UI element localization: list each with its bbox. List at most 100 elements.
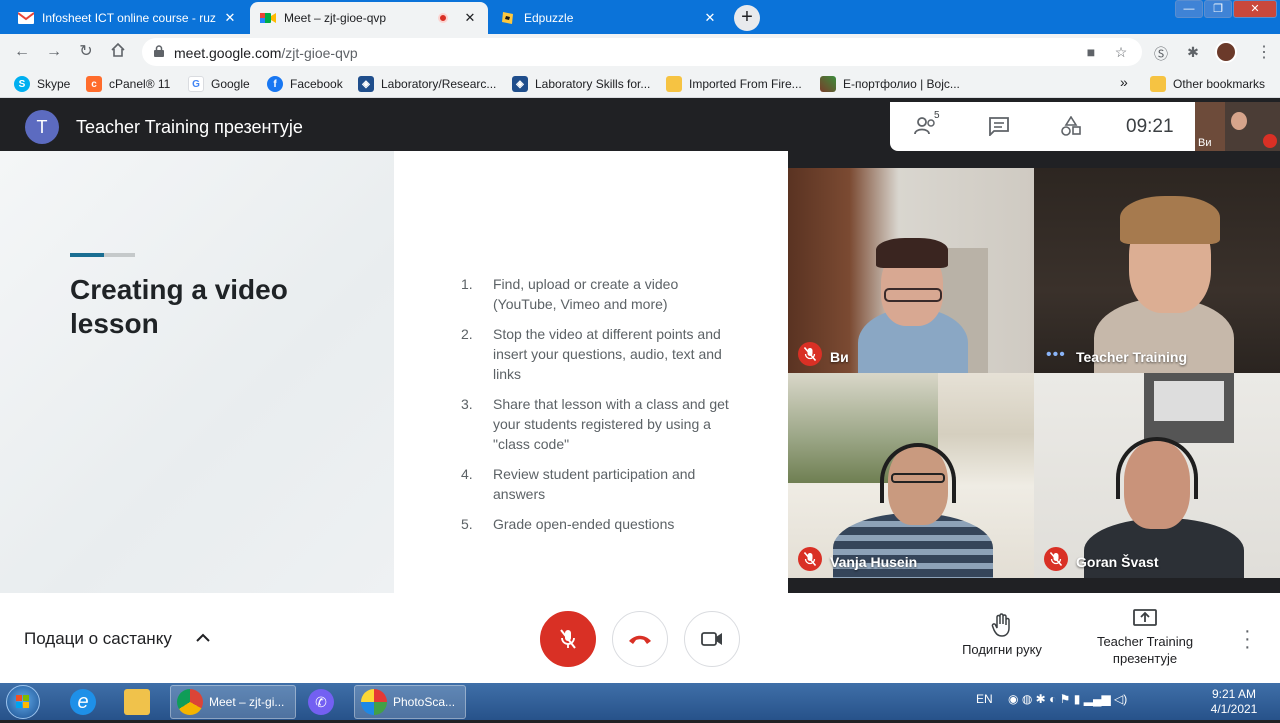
close-tab-icon[interactable]: ✕ <box>222 10 238 26</box>
mic-off-icon <box>798 547 822 571</box>
mic-off-icon <box>798 342 822 366</box>
tab-meet[interactable]: Meet – zjt-gioe-qvp ✕ <box>250 2 488 34</box>
system-clock[interactable]: 9:21 AM 4/1/2021 <box>1204 687 1264 717</box>
portfolio-icon <box>820 76 836 92</box>
facebook-icon: f <box>267 76 283 92</box>
bookmark-skype[interactable]: S Skype <box>14 76 70 92</box>
step-number: 3. <box>461 396 473 412</box>
extensions-puzzle-icon[interactable]: ✱ <box>1184 44 1202 60</box>
cpanel-icon: c <box>86 76 102 92</box>
new-tab-button[interactable]: + <box>734 5 760 31</box>
skype-extension-icon[interactable]: Ⓢ <box>1152 44 1170 62</box>
tab-gmail[interactable]: Infosheet ICT online course - ruzi ✕ <box>8 2 248 34</box>
reload-icon[interactable]: ↻ <box>76 42 96 62</box>
bookmark-cpanel[interactable]: c cPanel® 11 <box>86 76 170 92</box>
other-bookmarks[interactable]: Other bookmarks <box>1150 76 1265 92</box>
bookmark-laboratory-research[interactable]: ◈ Laboratory/Researc... <box>358 76 496 92</box>
bookmark-star-icon[interactable]: ☆ <box>1112 44 1130 60</box>
minimize-icon[interactable]: — <box>1175 0 1203 18</box>
bookmark-laboratory-skills[interactable]: ◈ Laboratory Skills for... <box>512 76 650 92</box>
hand-icon <box>991 613 1010 637</box>
maximize-icon[interactable]: ❐ <box>1204 0 1232 18</box>
back-icon[interactable]: ← <box>12 42 32 62</box>
camera-toggle-button[interactable] <box>684 611 740 667</box>
bookmark-portfolio[interactable]: Е-портфолио | Bojc... <box>820 76 960 92</box>
presentation-slide: Creating a video lesson 1. Find, upload o… <box>0 151 788 593</box>
meet-info-bar: 5 09:21 <box>890 102 1195 151</box>
bookmarks-bar: S Skype c cPanel® 11 G Google f Facebook ◈ La… <box>0 70 1280 98</box>
bookmark-imported[interactable]: Imported From Fire... <box>666 76 802 92</box>
raise-hand-label: Подигни руку <box>962 642 1042 657</box>
meet-control-bar: Подаци о састанку Подигни руку Teacher T… <box>0 593 1280 683</box>
tab-edpuzzle[interactable]: Edpuzzle ✕ <box>490 2 728 34</box>
list-item: 2. Stop the video at different points and… <box>461 324 731 384</box>
viber-icon: ✆ <box>308 689 334 715</box>
participants-button[interactable]: 5 <box>914 110 940 141</box>
participant-tile-self[interactable]: Ви <box>788 168 1034 373</box>
lock-icon <box>154 45 164 57</box>
taskbar-photoscape-window[interactable]: PhotoSca... <box>354 685 466 719</box>
slide-left-pane <box>0 151 394 593</box>
bookmark-label: Е-портфолио | Bojc... <box>843 77 960 91</box>
photoscape-icon <box>361 689 387 715</box>
start-button[interactable] <box>6 685 40 719</box>
forward-icon[interactable]: → <box>44 42 64 62</box>
snagit-icon: ◉ <box>1008 692 1019 706</box>
slide-heading: Creating a video lesson <box>70 274 288 339</box>
bookmarks-overflow-button[interactable]: » <box>1120 74 1128 90</box>
internet-explorer-button[interactable]: e <box>64 685 102 719</box>
headphones <box>1116 437 1198 499</box>
presenting-button[interactable]: Teacher Training презентује <box>1084 609 1206 667</box>
home-icon[interactable] <box>108 42 128 62</box>
address-bar[interactable]: meet.google.com/zjt-gioe-qvp ■ ☆ <box>142 38 1142 66</box>
step-text: Review student participation and answers <box>493 466 696 502</box>
bookmark-label: cPanel® 11 <box>109 77 171 91</box>
folder-icon <box>1150 76 1166 92</box>
bookmark-facebook[interactable]: f Facebook <box>267 76 343 92</box>
video-camera-icon <box>701 632 722 646</box>
participant-name: Ви <box>830 349 849 365</box>
raise-hand-button[interactable]: Подигни руку <box>950 613 1054 658</box>
window-controls: — ❐ ✕ <box>1174 0 1277 20</box>
close-tab-icon[interactable]: ✕ <box>462 10 478 26</box>
viber-button[interactable]: ✆ <box>302 685 340 719</box>
participant-name: Goran Švast <box>1076 554 1159 570</box>
meeting-details-button[interactable]: Подаци о састанку <box>24 629 172 649</box>
step-text: Share that lesson with a class and get y… <box>493 396 729 452</box>
profile-avatar[interactable] <box>1215 41 1237 63</box>
presenting-label-line1: Teacher Training <box>1096 634 1194 649</box>
tray-icons[interactable]: ◉ ◍ ✱ ◐ ⚑ ▮ ▂▄▆ ◁) <box>1008 692 1127 706</box>
shield-icon: ◈ <box>358 76 374 92</box>
bookmark-label: Google <box>211 77 250 91</box>
bookmark-google[interactable]: G Google <box>188 76 250 92</box>
leave-call-button[interactable] <box>612 611 668 667</box>
activities-button[interactable] <box>1060 115 1082 141</box>
hang-up-icon <box>629 635 651 644</box>
mic-off-icon <box>1263 134 1277 148</box>
slide-steps-list: 1. Find, upload or create a video (YouTub… <box>461 274 731 544</box>
close-tab-icon[interactable]: ✕ <box>702 10 718 26</box>
chat-button[interactable] <box>988 116 1010 141</box>
window-close-icon[interactable]: ✕ <box>1233 0 1277 18</box>
file-explorer-button[interactable] <box>118 685 156 719</box>
browser-menu-icon[interactable]: ⋮ <box>1256 42 1272 62</box>
participant-tile-goran-svast[interactable]: Goran Švast <box>1034 373 1280 578</box>
chevron-up-icon[interactable] <box>196 630 210 646</box>
participant-count: 5 <box>934 110 940 121</box>
more-options-icon[interactable]: · · · <box>1244 621 1251 657</box>
ie-icon: e <box>70 689 96 715</box>
camera-icon[interactable]: ■ <box>1082 44 1100 60</box>
self-view-tile[interactable]: Ви <box>1195 102 1280 151</box>
microphone-toggle-button[interactable] <box>540 611 596 667</box>
skype-icon: S <box>14 76 30 92</box>
recording-indicator-icon <box>438 13 448 23</box>
participant-tile-vanja-husein[interactable]: Vanja Husein <box>788 373 1034 578</box>
participant-tile-teacher-training[interactable]: ••• Teacher Training <box>1034 168 1280 373</box>
taskbar-chrome-window[interactable]: Meet – zjt-gi... <box>170 685 296 719</box>
chat-icon <box>989 117 1009 138</box>
tiles-bottom-gap <box>788 578 1280 593</box>
bookmark-label: Imported From Fire... <box>689 77 802 91</box>
participant-name: Teacher Training <box>1076 349 1187 365</box>
tab-title: Infosheet ICT online course - ruzi <box>42 11 216 25</box>
language-indicator[interactable]: EN <box>976 692 993 706</box>
